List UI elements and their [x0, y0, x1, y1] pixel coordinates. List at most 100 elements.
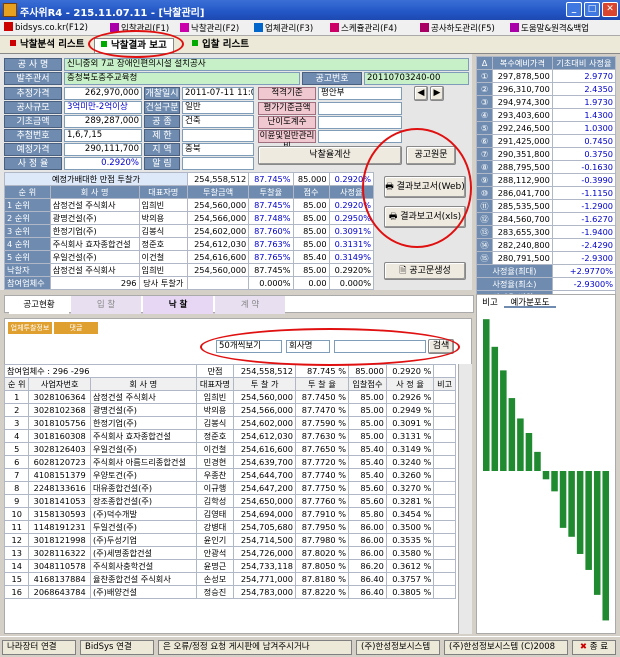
reserve-check[interactable]: ⑭ [476, 238, 493, 252]
close-window-button[interactable]: ✕ [602, 2, 618, 17]
subtab-company-bid[interactable]: 업체투찰정보 [8, 322, 52, 334]
reserve-row[interactable]: ⑮ 280,791,500 -2.9300 [476, 251, 617, 265]
company-row[interactable]: 13 3028116322 (주)세명종합건설 안광석 254,726,000 87.80… [3, 546, 456, 560]
bid-date-field[interactable]: 2011-07-11 11:00 [182, 87, 254, 100]
method-select[interactable]: 평안부 [318, 87, 402, 100]
reserve-row[interactable]: ⑦ 290,351,800 0.3750 [476, 147, 617, 161]
planned-price-field[interactable]: 290,111,700 [64, 143, 142, 156]
profit-field[interactable] [318, 130, 402, 143]
bidsys-connect-button[interactable]: BidSys 연결 [80, 640, 154, 655]
region-field[interactable]: 충북 [182, 143, 254, 156]
company-header[interactable]: 회 사 명 [89, 377, 197, 391]
company-header[interactable]: 사 정 율 [385, 377, 435, 391]
ranking-row[interactable]: 4 순위 주식회사 효자종합건설 정준호 254,612,030 87.763% 85.0… [4, 237, 375, 251]
reserve-row[interactable]: ⑨ 288,112,900 -0.3990 [476, 173, 617, 187]
company-row[interactable]: 10 3158130593 (주)덕수개발 김영태 254,694,000 87.7910… [3, 507, 456, 521]
diff-amount[interactable] [187, 276, 250, 290]
company-row[interactable]: 15 4168137884 율찬종합건설 주식회사 손성모 254,771,000 87.… [3, 572, 456, 586]
ranking-row[interactable]: 1 순위 삼정건설 주식회사 임희빈 254,560,000 87.745% 85.00 0… [4, 198, 375, 212]
reserve-row[interactable]: ⑪ 285,535,500 -1.2900 [476, 199, 617, 213]
draw-number-field[interactable]: 1,6,7,15 [64, 129, 142, 142]
reserve-check[interactable]: ⑨ [476, 173, 493, 187]
reserve-check[interactable]: ⑪ [476, 199, 493, 213]
company-row[interactable]: 1 3028106364 삼정건설 주식회사 임희빈 254,560,000 87.745… [3, 390, 456, 404]
lower-scrollbar[interactable] [458, 364, 472, 634]
reserve-row[interactable]: ② 296,310,700 2.4350 [476, 82, 617, 96]
tab-award-analysis[interactable]: 낙찰분석 리스트 [4, 38, 91, 53]
company-row[interactable]: 3 3018105756 한정기업(주) 김봉식 254,602,000 87.7590 … [3, 416, 456, 430]
reserve-check[interactable]: ⑮ [476, 251, 493, 265]
tab-distribution[interactable]: 예가분포도 [504, 296, 556, 308]
notice-no-field[interactable]: 20110703240-00 [364, 72, 469, 85]
reserve-check[interactable]: ⑧ [476, 160, 493, 174]
reserve-check[interactable]: ⑩ [476, 186, 493, 200]
menu-bid-manage[interactable]: 입찰관리(F1) [110, 22, 169, 34]
search-input[interactable] [334, 340, 426, 353]
search-button[interactable]: 검색 [428, 339, 454, 354]
reserve-row[interactable]: ⑫ 284,560,700 -1.6270 [476, 212, 617, 226]
eval-amount-field[interactable] [318, 102, 402, 115]
agency-field[interactable]: 충청북도충주교육청 [64, 72, 300, 85]
reserve-row[interactable]: ① 297,878,500 2.9770 [476, 69, 617, 83]
alarm-field[interactable] [182, 157, 254, 170]
step-award[interactable]: 낙 찰 [143, 296, 213, 314]
naramarket-connect-button[interactable]: 나라장터 연결 [2, 640, 76, 655]
company-row[interactable]: 7 4108151379 우양토건(주) 우종찬 254,644,700 87.7740 … [3, 468, 456, 482]
ranking-row[interactable]: 3 순위 한정기업(주) 김봉식 254,602,000 87.760% 85.00 0.3… [4, 224, 375, 238]
company-row[interactable]: 16 2068643784 (주)배양건설 정승진 254,783,000 87.8220… [3, 585, 456, 599]
step-notice[interactable]: 공고현황 [9, 296, 69, 314]
scale-field[interactable]: 3억미만-2억이상 [64, 101, 142, 114]
reserve-row[interactable]: ⑥ 291,425,000 0.7450 [476, 134, 617, 148]
reserve-check[interactable]: ④ [476, 108, 493, 122]
base-amount-field[interactable]: 289,287,000 [64, 115, 142, 128]
company-row[interactable]: 14 3048110578 주식회사충학건설 윤명근 254,733,118 87.805… [3, 559, 456, 573]
company-header[interactable]: 투 찰 가 [233, 377, 296, 391]
company-header[interactable]: 투 찰 율 [294, 377, 349, 391]
company-row[interactable]: 8 2248133616 대유종합건설(주) 이규행 254,647,200 87.775… [3, 481, 456, 495]
company-row[interactable]: 6 6028120723 주식회사 아름드리종합건설 민경현 254,639,700 87… [3, 455, 456, 469]
view-count-select[interactable]: 50개씩보기 [216, 340, 282, 353]
ranking-row[interactable]: 5 순위 우일건설(주) 이건철 254,616,600 87.765% 85.40 0.3… [4, 250, 375, 264]
report-xls-button[interactable]: 🖶 결과보고서(xls) [384, 206, 466, 228]
menu-company-manage[interactable]: 업체관리(F3) [254, 22, 313, 34]
reserve-row[interactable]: ⑩ 286,041,700 -1.1150 [476, 186, 617, 200]
reserve-check[interactable]: ⑥ [476, 134, 493, 148]
project-name-field[interactable]: 신니중외 7교 장애인편의시설 설치공사 [64, 58, 469, 71]
search-field-select[interactable]: 회사명 [286, 340, 330, 353]
company-row[interactable]: 2 3028102368 광명건설(주) 박의용 254,566,000 87.7470 … [3, 403, 456, 417]
reserve-row[interactable]: ⑬ 283,655,300 -1.9400 [476, 225, 617, 239]
company-row[interactable]: 12 3018121998 (주)두성기업 윤인기 254,714,500 87.7980… [3, 533, 456, 547]
menu-subcontract[interactable]: 공사하도관리(F5) [420, 22, 495, 34]
calc-rate-button[interactable]: 낙찰율계산 [258, 146, 402, 165]
company-header[interactable]: 대표자명 [195, 377, 235, 391]
step-contract[interactable]: 계 약 [215, 296, 285, 314]
company-header[interactable]: 비고 [433, 377, 456, 391]
reserve-check[interactable]: ⑦ [476, 147, 493, 161]
notice-original-button[interactable]: 공고원문 [406, 146, 456, 165]
reserve-check[interactable]: ⑤ [476, 121, 493, 135]
company-row[interactable]: 11 1148191231 두일건설(주) 강병대 254,705,680 87.7950… [3, 520, 456, 534]
prev-button[interactable]: ◀ [414, 86, 428, 101]
reserve-check[interactable]: ⑫ [476, 212, 493, 226]
tab-bid-list[interactable]: 입찰 리스트 [186, 38, 255, 53]
rate-field[interactable]: 0.2920% [64, 157, 142, 170]
est-price-field[interactable]: 262,970,000 [64, 87, 142, 100]
company-header[interactable]: 순 위 [3, 377, 30, 391]
reserve-row[interactable]: ⑧ 288,795,500 -0.1630 [476, 160, 617, 174]
type-field[interactable]: 일반 [182, 101, 254, 114]
maximize-button[interactable]: □ [584, 2, 600, 17]
company-header[interactable]: 사업자번호 [28, 377, 91, 391]
company-row[interactable]: 9 3018141053 장조종합건설(주) 김학성 254,650,000 87.776… [3, 494, 456, 508]
menu-schedule[interactable]: 스케쥴관리(F4) [330, 22, 397, 34]
step-bid[interactable]: 입 찰 [71, 296, 141, 314]
ranking-row[interactable]: 2 순위 광명건설(주) 박의용 254,566,000 87.748% 85.00 0.2… [4, 211, 375, 225]
tab-notes[interactable]: 비고 [478, 296, 502, 308]
reserve-check[interactable]: ② [476, 82, 493, 96]
make-notice-button[interactable]: 🗎 공고문생성 [384, 262, 466, 280]
company-header[interactable]: 입찰점수 [347, 377, 387, 391]
reserve-row[interactable]: ④ 293,403,600 1.4300 [476, 108, 617, 122]
report-web-button[interactable]: 🖶 결과보고서(Web) [384, 176, 466, 198]
company-row[interactable]: 4 3018160308 주식회사 효자종합건설 정준호 254,612,030 87.7… [3, 429, 456, 443]
company-row[interactable]: 5 3028126403 우일건설(주) 이건철 254,616,600 87.7650 … [3, 442, 456, 456]
reserve-check[interactable]: ③ [476, 95, 493, 109]
